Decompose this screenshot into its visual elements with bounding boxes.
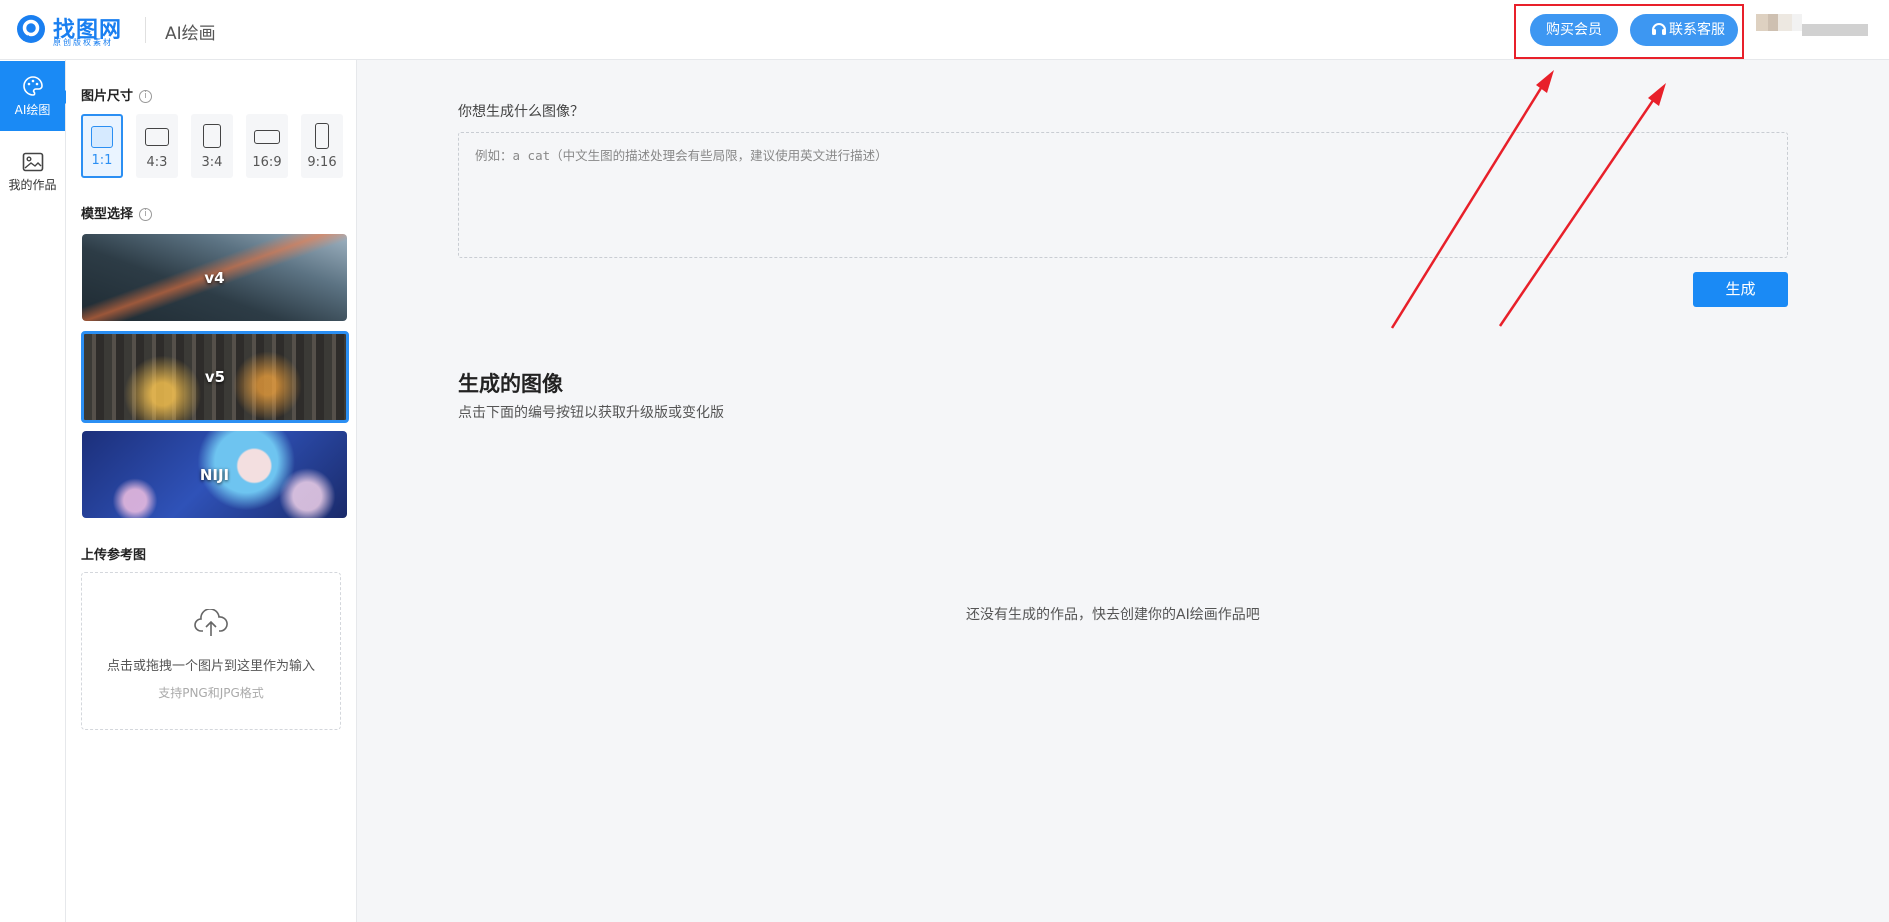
model-label: v4	[204, 268, 225, 287]
annotation-arrow-head	[1648, 83, 1666, 106]
app-title: AI绘画	[165, 24, 216, 44]
logo-icon	[17, 15, 45, 43]
rail-item-my-works[interactable]: 我的作品	[0, 138, 65, 208]
palette-icon	[22, 76, 43, 96]
info-icon[interactable]: i	[139, 90, 153, 103]
size-option-16-9[interactable]: 16:9	[246, 114, 288, 178]
model-card-niji[interactable]: NIJI	[82, 431, 347, 518]
size-option-9-16[interactable]: 9:16	[301, 114, 343, 178]
size-option-label: 16:9	[252, 155, 282, 170]
size-option-4-3[interactable]: 4:3	[136, 114, 178, 178]
size-option-label: 1:1	[91, 153, 113, 168]
upload-instruction: 点击或拖拽一个图片到这里作为输入	[106, 659, 315, 674]
prompt-label: 你想生成什么图像？	[458, 104, 584, 120]
logo[interactable]: 找图网 原创版权素材	[15, 12, 127, 48]
info-icon[interactable]: i	[139, 208, 153, 221]
left-nav-rail: AI绘图 我的作品	[0, 60, 72, 922]
rail-item-ai-drawing[interactable]: AI绘图	[0, 61, 72, 131]
settings-panel: 图片尺寸 i 1:1 4:3 3:4 16:9 9:16 模型选择 i v4 v5 …	[66, 60, 357, 922]
annotation-highlight-box	[1514, 4, 1744, 59]
wide-shape-icon	[254, 130, 280, 144]
landscape-shape-icon	[145, 128, 169, 146]
logo-subtitle: 原创版权素材	[53, 38, 113, 47]
upload-dropzone[interactable]: 点击或拖拽一个图片到这里作为输入 支持PNG和JPG格式	[81, 572, 341, 730]
cloud-upload-icon	[194, 609, 228, 636]
top-header: 找图网 原创版权素材 AI绘画 购买会员 联系客服	[0, 0, 1889, 60]
size-option-label: 4:3	[146, 155, 168, 170]
model-select-heading: 模型选择 i	[81, 203, 153, 222]
image-icon	[22, 152, 43, 172]
model-card-v4[interactable]: v4	[82, 234, 347, 321]
upload-reference-title: 上传参考图	[81, 548, 147, 563]
square-shape-icon	[91, 126, 113, 148]
model-label: NIJI	[199, 465, 230, 484]
size-option-label: 9:16	[307, 155, 337, 170]
prompt-input[interactable]	[458, 132, 1788, 258]
annotation-arrow-head	[1536, 70, 1554, 93]
empty-state-text: 还没有生成的作品，快去创建你的AI绘画作品吧	[966, 607, 1260, 623]
image-size-title: 图片尺寸	[81, 89, 134, 104]
header-divider	[145, 17, 146, 43]
portrait-shape-icon	[203, 124, 221, 148]
model-select-title: 模型选择	[81, 207, 134, 222]
generated-images-title: 生成的图像	[458, 372, 563, 396]
upload-format-hint: 支持PNG和JPG格式	[158, 686, 264, 700]
tall-shape-icon	[315, 123, 329, 149]
rail-item-label: AI绘图	[14, 103, 51, 117]
model-card-v5[interactable]: v5	[81, 331, 349, 423]
image-size-heading: 图片尺寸 i	[81, 85, 153, 104]
size-option-1-1[interactable]: 1:1	[81, 114, 123, 178]
size-option-3-4[interactable]: 3:4	[191, 114, 233, 178]
rail-item-label: 我的作品	[8, 178, 57, 192]
generate-button[interactable]: 生成	[1693, 272, 1788, 307]
generate-label: 生成	[1725, 280, 1756, 298]
size-option-label: 3:4	[201, 155, 223, 170]
generated-images-subtitle: 点击下面的编号按钮以获取升级版或变化版	[458, 405, 724, 421]
model-label: v5	[204, 368, 226, 386]
user-avatar[interactable]	[1756, 14, 1868, 48]
